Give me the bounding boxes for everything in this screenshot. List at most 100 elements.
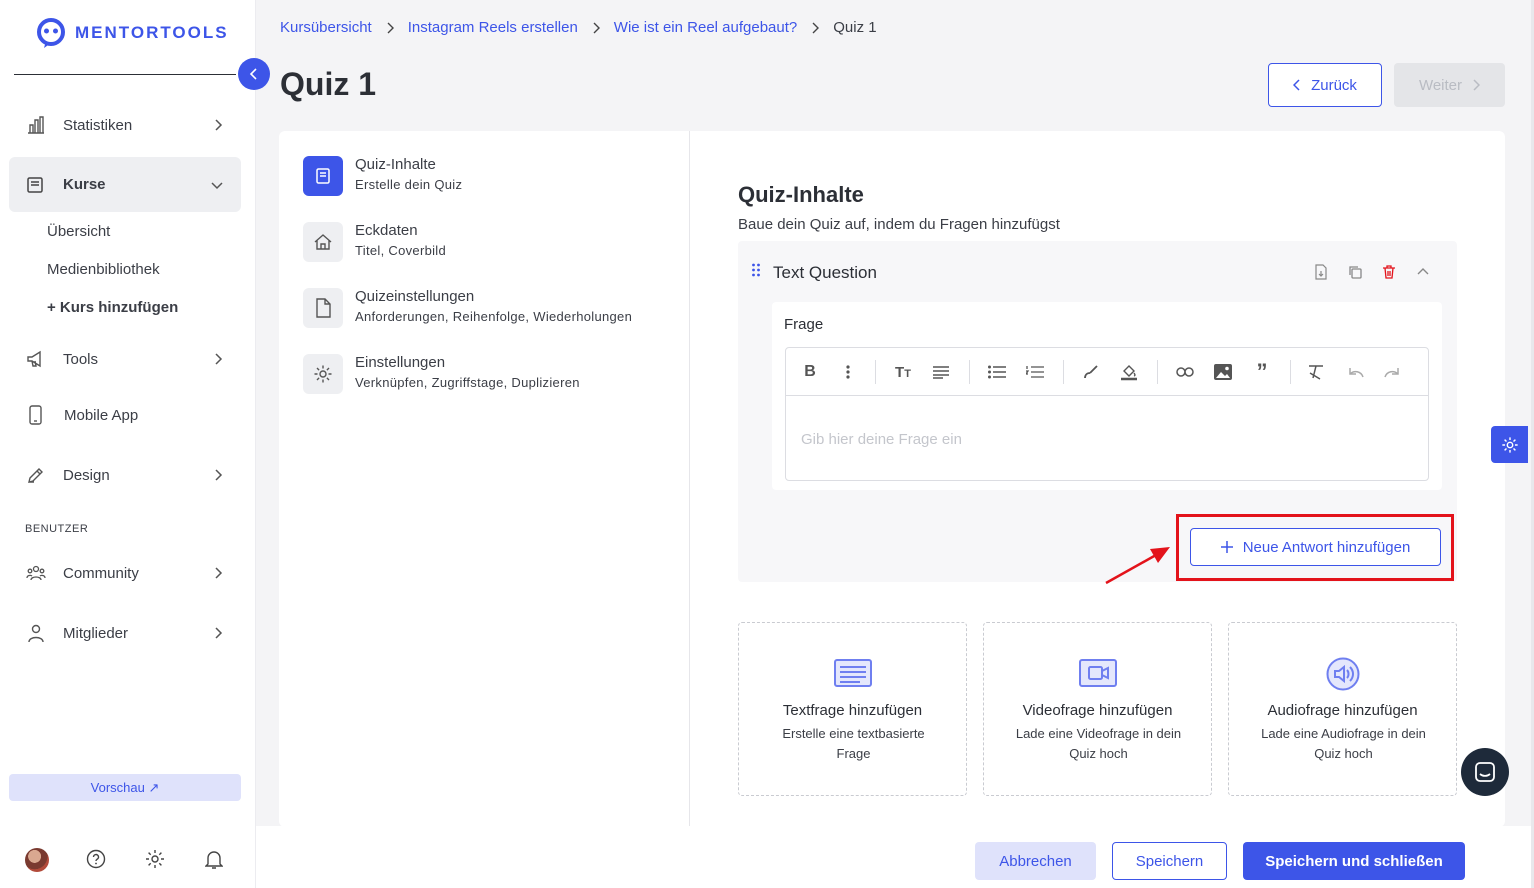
video-question-icon	[1078, 659, 1117, 687]
text-question-icon	[833, 659, 872, 687]
step-einstellungen[interactable]: Einstellungen Verknüpfen, Zugriffstage, …	[303, 354, 579, 394]
sidebar-subitem-kurs-hinzufuegen[interactable]: + Kurs hinzufügen	[47, 299, 178, 316]
bar-chart-icon	[28, 116, 44, 134]
sidebar-item-label: Statistiken	[63, 116, 133, 134]
breadcrumb-link[interactable]: Instagram Reels erstellen	[408, 19, 578, 36]
step-icon	[303, 354, 343, 394]
save-and-close-button[interactable]: Speichern und schließen	[1243, 842, 1465, 880]
help-icon[interactable]	[86, 848, 106, 870]
section-label-benutzer: BENUTZER	[25, 523, 89, 535]
question-actions	[1313, 264, 1431, 280]
undo-icon[interactable]	[1345, 362, 1365, 382]
step-title: Einstellungen	[355, 354, 446, 371]
chevron-up-icon[interactable]	[1415, 264, 1431, 280]
add-text-question-card[interactable]: Textfrage hinzufügen Erstelle eine textb…	[738, 622, 967, 796]
quote-icon[interactable]: ”	[1252, 361, 1272, 383]
step-title: Eckdaten	[355, 222, 418, 239]
home-icon	[314, 234, 332, 250]
align-icon[interactable]	[931, 362, 951, 382]
question-title[interactable]: Text Question	[773, 263, 877, 283]
numbered-list-icon[interactable]	[1025, 362, 1045, 382]
sidebar-item-design[interactable]: Design	[9, 451, 241, 499]
step-title: Quiz-Inhalte	[355, 156, 436, 173]
sidebar-item-label: Mitglieder	[63, 624, 129, 642]
user-icon	[28, 624, 44, 643]
document-icon	[316, 168, 330, 184]
toolbar-separator	[969, 360, 970, 384]
bullet-list-icon[interactable]	[987, 362, 1007, 382]
type-card-title: Textfrage hinzufügen	[782, 702, 923, 719]
gear-icon	[1501, 436, 1518, 453]
link-icon[interactable]	[1175, 362, 1195, 382]
settings-tab-button[interactable]	[1491, 426, 1528, 463]
sidebar-item-label: Design	[63, 466, 110, 484]
brush-icon[interactable]	[1081, 362, 1101, 382]
sidebar-item-label: Mobile App	[64, 406, 139, 424]
step-quizeinstellungen[interactable]: Quizeinstellungen Anforderungen, Reihenf…	[303, 288, 632, 328]
bell-icon[interactable]	[205, 848, 223, 870]
breadcrumb-separator	[386, 22, 394, 34]
section-subtitle: Baue dein Quiz auf, indem du Fragen hinz…	[738, 216, 1060, 233]
brand-logo[interactable]: MENTORTOOLS	[35, 17, 229, 49]
chevron-right-icon	[215, 469, 223, 481]
chat-button[interactable]	[1461, 748, 1509, 796]
step-subtitle: Titel, Coverbild	[355, 243, 447, 258]
trash-icon[interactable]	[1381, 264, 1397, 280]
step-subtitle: Verknüpfen, Zugriffstage, Duplizieren	[355, 375, 580, 390]
text-size-icon[interactable]: TT	[893, 362, 913, 382]
chevron-right-icon	[215, 119, 223, 131]
sidebar-item-community[interactable]: Community	[9, 549, 241, 597]
gear-icon	[314, 365, 332, 383]
step-icon	[303, 156, 343, 196]
fill-color-icon[interactable]	[1119, 362, 1139, 382]
image-icon[interactable]	[1213, 362, 1233, 382]
add-audio-question-card[interactable]: Audiofrage hinzufügen Lade eine Audiofra…	[1228, 622, 1457, 796]
breadcrumb-separator	[811, 22, 820, 34]
back-button-label: Zurück	[1311, 76, 1357, 94]
chevron-down-icon	[211, 181, 223, 189]
sidebar-subitem-uebersicht[interactable]: Übersicht	[47, 223, 110, 240]
sidebar-subitem-medienbibliothek[interactable]: Medienbibliothek	[47, 261, 160, 278]
breadcrumb: Kursübersicht Instagram Reels erstellen …	[280, 19, 877, 36]
step-quiz-inhalte[interactable]: Quiz-Inhalte Erstelle dein Quiz	[303, 156, 462, 196]
toolbar-separator	[1290, 360, 1291, 384]
sidebar-item-mitglieder[interactable]: Mitglieder	[9, 609, 241, 657]
sidebar-item-label: Community	[63, 564, 139, 582]
question-input[interactable]: Gib hier deine Frage ein	[801, 431, 962, 448]
copy-icon[interactable]	[1347, 264, 1363, 280]
back-button[interactable]: Zurück	[1268, 63, 1382, 107]
type-card-subtitle: Lade eine Audiofrage in dein Quiz hoch	[1261, 726, 1426, 761]
collapse-sidebar-button[interactable]	[238, 58, 270, 90]
breadcrumb-link[interactable]: Wie ist ein Reel aufgebaut?	[614, 19, 797, 36]
add-video-question-card[interactable]: Videofrage hinzufügen Lade eine Videofra…	[983, 622, 1212, 796]
chevron-left-icon	[1293, 79, 1300, 91]
type-card-title: Audiofrage hinzufügen	[1267, 702, 1418, 719]
clear-format-icon[interactable]	[1306, 362, 1326, 382]
cancel-button[interactable]: Abbrechen	[975, 842, 1096, 880]
chevron-right-icon	[387, 22, 394, 33]
sidebar-footer	[0, 848, 256, 872]
preview-button[interactable]: Vorschau ↗	[9, 774, 241, 801]
bold-icon[interactable]: B	[800, 362, 820, 382]
next-button[interactable]: Weiter	[1394, 63, 1505, 107]
sidebar-item-label: Tools	[63, 350, 99, 368]
drag-handle-icon[interactable]	[751, 263, 761, 277]
divider	[689, 131, 690, 827]
sidebar-item-tools[interactable]: Tools	[9, 335, 241, 383]
question-field-panel: Frage B TT ” Gib hier deine Frage ein	[772, 302, 1442, 490]
breadcrumb-link[interactable]: Kursübersicht	[280, 19, 372, 36]
avatar[interactable]	[25, 848, 49, 872]
settings-icon[interactable]	[145, 848, 165, 870]
sidebar-item-mobile-app[interactable]: Mobile App	[9, 391, 241, 439]
brand-name: MENTORTOOLS	[75, 23, 229, 42]
save-button[interactable]: Speichern	[1112, 842, 1227, 880]
export-icon[interactable]	[1313, 264, 1329, 280]
megaphone-icon	[27, 350, 41, 368]
more-vertical-icon[interactable]	[838, 362, 858, 382]
type-card-title: Videofrage hinzufügen	[1022, 702, 1173, 719]
sidebar-item-kurse[interactable]: Kurse	[9, 157, 241, 212]
users-icon	[26, 565, 46, 581]
sidebar-item-statistiken[interactable]: Statistiken	[9, 101, 241, 149]
step-eckdaten[interactable]: Eckdaten Titel, Coverbild	[303, 222, 446, 262]
redo-icon[interactable]	[1383, 362, 1403, 382]
